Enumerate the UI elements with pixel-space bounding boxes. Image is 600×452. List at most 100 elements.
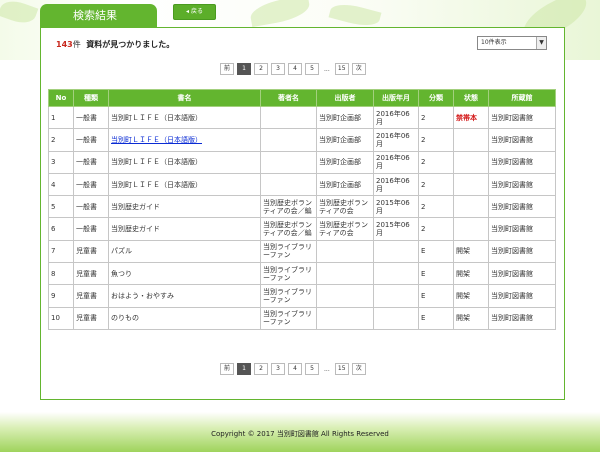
cell-status: 開架 [453, 239, 489, 264]
cell-title[interactable]: 当別町ＬＩＦＥ（日本語版） [108, 128, 261, 152]
cell-class: 2 [418, 128, 454, 152]
pagination-page[interactable]: 3 [271, 363, 285, 375]
pagination-next[interactable]: 次 [351, 63, 366, 75]
cell-title: パズル [108, 239, 261, 264]
pagination-ellipsis: ... [324, 65, 330, 73]
pagination-page[interactable]: 4 [288, 363, 302, 375]
table-row: 10 児童書 のりもの 当別ライブラリーファン E 開架 当別町図書館 [48, 306, 556, 330]
pagination-page[interactable]: 15 [334, 63, 349, 75]
result-message: 資料が見つかりました。 [86, 40, 175, 49]
cell-pubdate: 2015年06月 [373, 195, 419, 219]
cell-class: E [418, 284, 454, 308]
cell-type: 児童書 [73, 262, 109, 286]
pagination-page[interactable]: 5 [305, 363, 319, 375]
table-row: 5 一般書 当別歴史ガイド 当別歴史ボランティアの会／編 当別歴史ボランティアの会 201… [48, 195, 556, 219]
cell-publisher: 当別町企画部 [316, 172, 374, 197]
cell-no: 5 [48, 195, 74, 219]
cell-class: E [418, 306, 454, 330]
cell-class: E [418, 239, 454, 264]
cell-status [453, 150, 489, 174]
cell-type: 一般書 [73, 172, 109, 197]
back-button[interactable]: ◂ 戻る [173, 4, 216, 20]
cell-no: 4 [48, 172, 74, 197]
pagination-next[interactable]: 次 [351, 363, 366, 375]
pagination-page[interactable]: 1 [237, 63, 251, 75]
pagination-page[interactable]: 3 [271, 63, 285, 75]
result-count-unit: 件 [72, 40, 81, 49]
cell-pubdate [373, 306, 419, 330]
column-header: 分類 [418, 89, 454, 107]
cell-class: E [418, 262, 454, 286]
cell-author: 当別ライブラリーファン [260, 306, 317, 330]
cell-class: 2 [418, 217, 454, 241]
cell-no: 7 [48, 239, 74, 264]
cell-type: 一般書 [73, 128, 109, 152]
table-row: 3 一般書 当別町ＬＩＦＥ（日本語版） 当別町企画部 2016年06月 2 当別町図書館 [48, 150, 556, 174]
cell-library: 当別町図書館 [488, 262, 556, 286]
cell-title: 魚つり [108, 262, 261, 286]
cell-publisher [316, 262, 374, 286]
cell-no: 2 [48, 128, 74, 152]
pagination-page[interactable]: 5 [305, 63, 319, 75]
cell-status [453, 195, 489, 219]
table-row: 1 一般書 当別町ＬＩＦＥ（日本語版） 当別町企画部 2016年06月 2 禁帯本 当別町図書… [48, 105, 556, 130]
cell-author: 当別ライブラリーファン [260, 284, 317, 308]
result-count: 143 [56, 40, 73, 49]
cell-library: 当別町図書館 [488, 105, 556, 130]
cell-title: 当別町ＬＩＦＥ（日本語版） [108, 150, 261, 174]
cell-type: 児童書 [73, 239, 109, 264]
cell-pubdate: 2015年06月 [373, 217, 419, 241]
column-header: 状態 [453, 89, 489, 107]
cell-pubdate: 2016年06月 [373, 128, 419, 152]
pagination-page[interactable]: 1 [237, 363, 251, 375]
table-row: 8 児童書 魚つり 当別ライブラリーファン E 開架 当別町図書館 [48, 262, 556, 286]
cell-publisher [316, 239, 374, 264]
table-header-row: No 種類 書名 著者名 出版者 出版年月 分類 状態 所蔵館 [48, 89, 556, 107]
pagination-page[interactable]: 2 [254, 363, 268, 375]
cell-type: 一般書 [73, 217, 109, 241]
pagination-page[interactable]: 4 [288, 63, 302, 75]
display-count-select[interactable]: 10件表示 ▼ [477, 36, 547, 50]
column-header: 著者名 [260, 89, 317, 107]
cell-no: 9 [48, 284, 74, 308]
cell-status [453, 217, 489, 241]
cell-author [260, 150, 317, 174]
cell-title: 当別町ＬＩＦＥ（日本語版） [108, 172, 261, 197]
cell-class: 2 [418, 172, 454, 197]
cell-type: 児童書 [73, 306, 109, 330]
cell-no: 6 [48, 217, 74, 241]
cell-pubdate: 2016年06月 [373, 172, 419, 197]
cell-type: 一般書 [73, 195, 109, 219]
cell-type: 児童書 [73, 284, 109, 308]
column-header: 書名 [108, 89, 261, 107]
table-row: 2 一般書 当別町ＬＩＦＥ（日本語版） 当別町企画部 2016年06月 2 当別町図書館 [48, 128, 556, 152]
table-row: 4 一般書 当別町ＬＩＦＥ（日本語版） 当別町企画部 2016年06月 2 当別町図書館 [48, 172, 556, 197]
pagination-prev[interactable]: 前 [220, 363, 234, 375]
cell-status: 開架 [453, 284, 489, 308]
column-header: No [48, 89, 74, 107]
cell-title: 当別歴史ガイド [108, 217, 261, 241]
cell-no: 10 [48, 306, 74, 330]
cell-author [260, 105, 317, 130]
pagination-ellipsis: ... [324, 365, 330, 373]
cell-title: 当別町ＬＩＦＥ（日本語版） [108, 105, 261, 130]
cell-author: 当別ライブラリーファン [260, 262, 317, 286]
pagination-page[interactable]: 15 [334, 363, 349, 375]
cell-author [260, 172, 317, 197]
search-results-tab: 検索結果 [40, 4, 157, 28]
cell-author: 当別ライブラリーファン [260, 239, 317, 264]
pagination-prev[interactable]: 前 [220, 63, 234, 75]
cell-class: 2 [418, 150, 454, 174]
column-header: 出版年月 [373, 89, 419, 107]
pagination-page[interactable]: 2 [254, 63, 268, 75]
cell-publisher: 当別町企画部 [316, 150, 374, 174]
cell-status: 開架 [453, 262, 489, 286]
cell-publisher [316, 306, 374, 330]
cell-type: 一般書 [73, 105, 109, 130]
results-table: No 種類 書名 著者名 出版者 出版年月 分類 状態 所蔵館 1 一般書 当別町Ｌ… [48, 89, 556, 330]
footer-copyright: Copyright © 2017 当別町図書館 All Rights Reser… [211, 430, 389, 438]
cell-title: 当別歴史ガイド [108, 195, 261, 219]
cell-no: 3 [48, 150, 74, 174]
cell-publisher: 当別町企画部 [316, 128, 374, 152]
cell-library: 当別町図書館 [488, 128, 556, 152]
